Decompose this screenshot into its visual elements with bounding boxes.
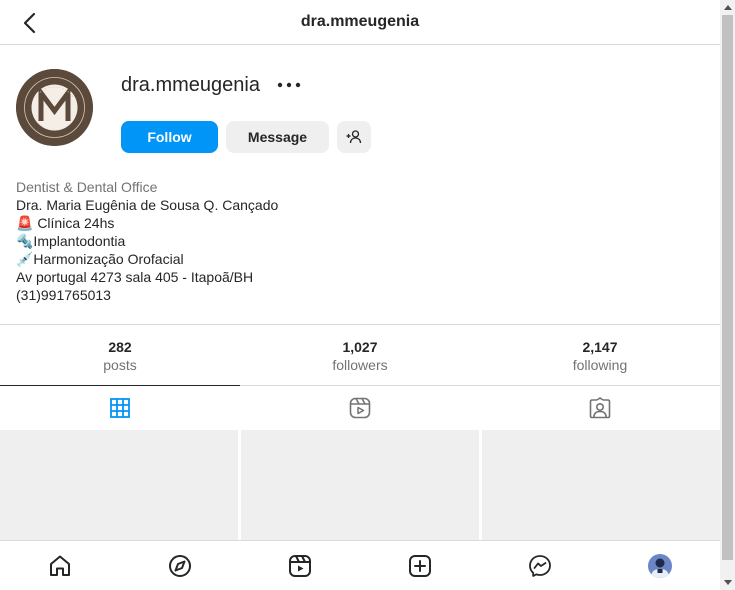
nav-explore[interactable] [120, 541, 240, 590]
nav-home[interactable] [0, 541, 120, 590]
post-thumbnail[interactable] [241, 430, 479, 541]
more-horizontal-icon [277, 82, 301, 88]
grid-icon [110, 398, 130, 418]
add-person-icon [346, 130, 362, 144]
post-thumbnail[interactable] [0, 430, 238, 541]
stat-following[interactable]: 2,147 following [480, 325, 720, 386]
posts-grid [0, 430, 720, 541]
reels-icon [289, 554, 311, 577]
follow-button[interactable]: Follow [121, 121, 218, 153]
stat-followers[interactable]: 1,027 followers [240, 325, 480, 386]
tab-posts[interactable] [0, 385, 240, 430]
user-photo-icon [648, 553, 672, 578]
arrow-down-icon [723, 580, 732, 585]
bio-line: (31)991765013 [16, 287, 111, 303]
profile-stats: 282 posts 1,027 followers 2,147 followin… [0, 324, 720, 386]
bio-category: Dentist & Dental Office [16, 179, 158, 195]
stat-label: followers [332, 357, 388, 373]
logo-icon [16, 69, 93, 146]
bottom-nav [0, 540, 720, 590]
arrow-up-icon [723, 5, 732, 10]
bio-line: 🚨 Clínica 24hs [16, 215, 115, 231]
profile-username: dra.mmeugenia [121, 74, 260, 96]
scroll-down-button[interactable] [720, 575, 735, 590]
bio-name: Dra. Maria Eugênia de Sousa Q. Cançado [16, 197, 279, 213]
reels-icon [349, 397, 371, 419]
stat-label: posts [103, 357, 137, 373]
nav-reels[interactable] [240, 541, 360, 590]
suggested-accounts-button[interactable] [337, 121, 371, 153]
scroll-up-button[interactable] [720, 0, 735, 15]
nav-new-post[interactable] [360, 541, 480, 590]
profile-avatar[interactable] [16, 69, 93, 146]
stat-number: 1,027 [342, 339, 378, 355]
profile-avatar-small [648, 553, 672, 578]
page: dra.mmeugenia dra.mmeugenia Follow Messa… [0, 0, 720, 590]
nav-profile[interactable] [600, 541, 720, 590]
home-icon [50, 555, 70, 576]
profile-tabs [0, 385, 720, 430]
tab-tagged[interactable] [480, 386, 720, 430]
message-button[interactable]: Message [226, 121, 329, 153]
top-bar: dra.mmeugenia [0, 0, 720, 45]
stat-number: 282 [108, 339, 132, 355]
stat-label: following [572, 357, 628, 373]
messenger-icon [529, 554, 551, 577]
stat-number: 2,147 [582, 339, 618, 355]
post-thumbnail[interactable] [482, 430, 720, 541]
profile-bio: Dentist & Dental Office Dra. Maria Eugên… [16, 178, 278, 304]
new-post-icon [409, 554, 431, 577]
options-button[interactable] [276, 73, 302, 97]
stat-posts: 282 posts [0, 325, 240, 386]
nav-messenger[interactable] [480, 541, 600, 590]
tab-reels[interactable] [240, 386, 480, 430]
scrollbar-thumb[interactable] [722, 15, 733, 560]
vertical-scrollbar[interactable] [720, 0, 735, 590]
bio-line: 🔩Implantodontia [16, 233, 126, 249]
tagged-icon [589, 397, 611, 419]
explore-icon [169, 554, 191, 577]
bio-line: 💉Harmonização Orofacial [16, 251, 184, 267]
bio-line: Av portugal 4273 sala 405 - Itapoã/BH [16, 269, 254, 285]
page-title: dra.mmeugenia [300, 13, 420, 30]
